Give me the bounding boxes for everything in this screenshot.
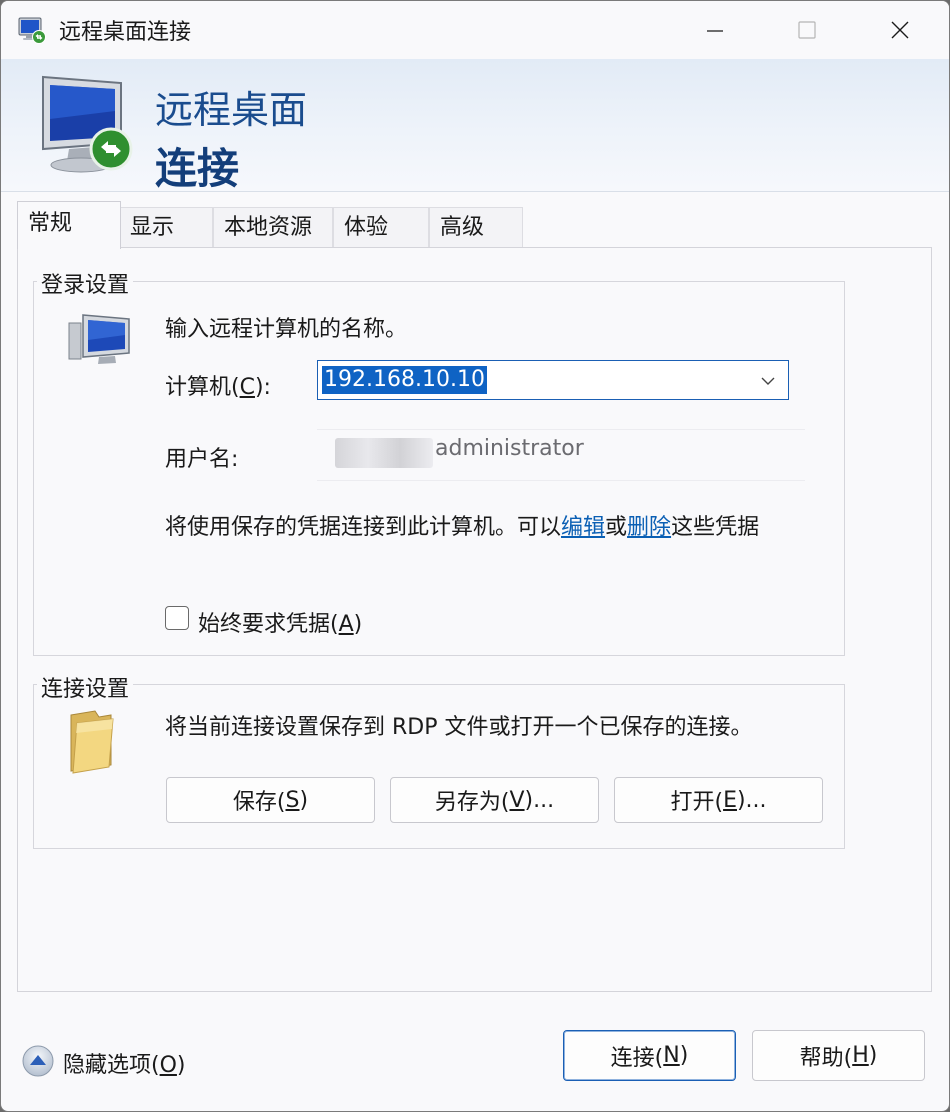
- remote-desktop-window: 远程桌面连接 远程桌面 连接 常规 显示 本地资源 体验 高级 登录设置 输入远…: [0, 0, 950, 1112]
- computer-icon: [68, 314, 130, 364]
- close-icon: [891, 21, 909, 39]
- computer-combobox[interactable]: 192.168.10.10: [317, 360, 789, 400]
- banner-title-line2: 连接: [155, 144, 240, 193]
- banner-title-line1: 远程桌面: [155, 88, 308, 132]
- remote-desktop-app-icon: [18, 17, 46, 44]
- computer-name-prompt: 输入远程计算机的名称。: [165, 317, 408, 342]
- hide-options-toggle[interactable]: 隐藏选项(O): [63, 1047, 186, 1079]
- save-button[interactable]: 保存(S): [166, 777, 375, 823]
- maximize-button[interactable]: [761, 1, 853, 59]
- computer-input-value[interactable]: 192.168.10.10: [322, 366, 487, 394]
- always-ask-credentials-label[interactable]: 始终要求凭据(A): [198, 606, 362, 638]
- redacted-domain: [335, 438, 433, 468]
- delete-credentials-link[interactable]: 删除: [627, 515, 671, 540]
- connection-settings-legend: 连接设置: [37, 671, 134, 703]
- remote-desktop-monitor-icon: [42, 75, 133, 173]
- tab-local-resources[interactable]: 本地资源: [213, 207, 333, 247]
- tab-experience[interactable]: 体验: [333, 207, 429, 247]
- minimize-button[interactable]: [669, 1, 761, 59]
- maximize-icon: [798, 21, 816, 39]
- always-ask-credentials-checkbox[interactable]: [165, 606, 189, 630]
- header-banner: 远程桌面 连接: [1, 59, 949, 193]
- username-label: 用户名:: [165, 447, 239, 472]
- computer-label: 计算机(C):: [165, 375, 271, 400]
- save-as-button[interactable]: 另存为(V)...: [390, 777, 599, 823]
- tab-advanced[interactable]: 高级: [429, 207, 523, 247]
- window-title: 远程桌面连接: [59, 20, 192, 45]
- tab-general[interactable]: 常规: [17, 201, 121, 249]
- connection-settings-description: 将当前连接设置保存到 RDP 文件或打开一个已保存的连接。: [165, 715, 753, 740]
- username-value: administrator: [435, 436, 584, 461]
- open-button[interactable]: 打开(E)...: [614, 777, 823, 823]
- tab-display[interactable]: 显示: [119, 207, 213, 247]
- folder-icon: [70, 710, 114, 774]
- minimize-icon: [707, 30, 723, 32]
- username-field: administrator: [317, 429, 805, 481]
- login-settings-legend: 登录设置: [37, 267, 134, 299]
- collapse-options-icon[interactable]: [21, 1044, 55, 1078]
- close-button[interactable]: [854, 1, 946, 59]
- title-bar[interactable]: 远程桌面连接: [1, 1, 949, 59]
- connect-button[interactable]: 连接(N): [563, 1030, 736, 1081]
- help-button[interactable]: 帮助(H): [752, 1030, 925, 1081]
- chevron-down-icon[interactable]: [760, 373, 776, 389]
- saved-credentials-text: 将使用保存的凭据连接到此计算机。可以编辑或删除这些凭据: [165, 515, 760, 540]
- edit-credentials-link[interactable]: 编辑: [561, 515, 605, 540]
